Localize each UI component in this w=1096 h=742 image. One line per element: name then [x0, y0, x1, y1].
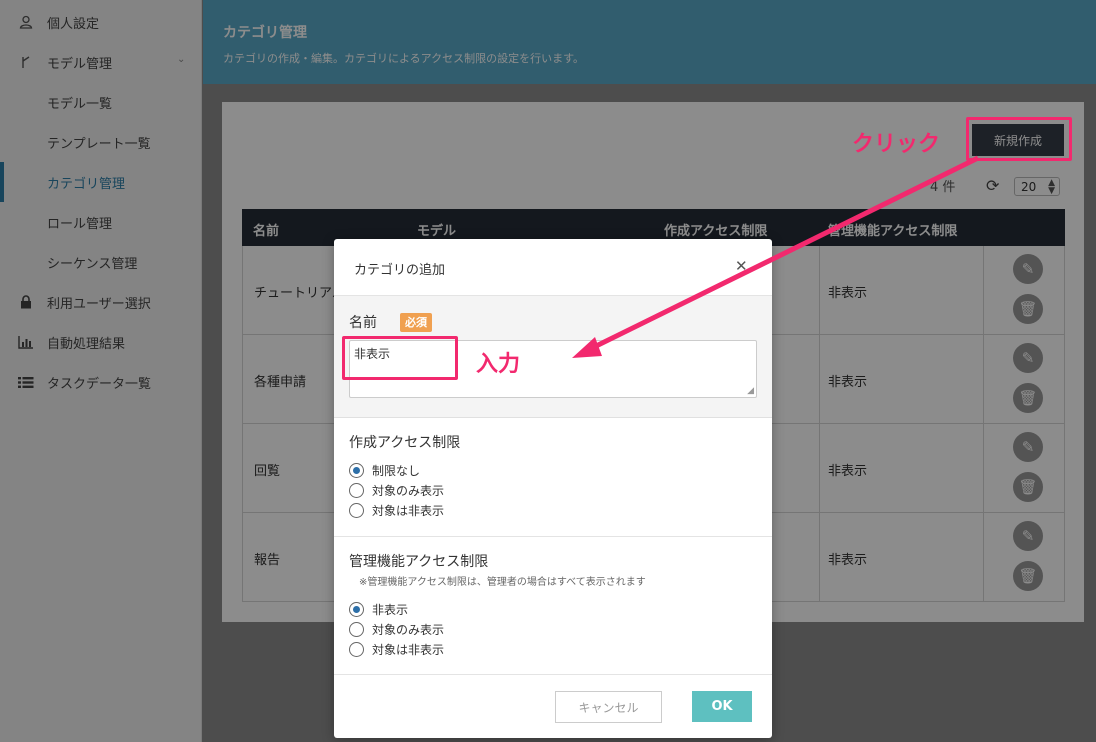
radio-label: 対象は非表示 [372, 503, 445, 518]
radio-label: 対象のみ表示 [372, 483, 445, 498]
radio-icon[interactable] [349, 621, 364, 637]
create-option-show-target[interactable]: 対象のみ表示 [349, 481, 444, 499]
mgmt-option-hidden[interactable]: 非表示 [349, 600, 408, 618]
radio-label: 非表示 [372, 602, 409, 617]
create-option-hide-target[interactable]: 対象は非表示 [349, 501, 444, 519]
cancel-button[interactable]: キャンセル [555, 691, 662, 723]
radio-icon[interactable] [349, 482, 364, 498]
close-icon[interactable]: ✕ [735, 257, 748, 275]
highlight-box-new [966, 117, 1072, 161]
create-option-none[interactable]: 制限なし [349, 461, 420, 479]
add-category-modal: カテゴリの追加 ✕ 名前 必須 非表示 ◢ 作成アクセス制限 制限なし 対象のみ… [334, 239, 772, 738]
mgmt-access-label: 管理機能アクセス制限 [349, 554, 489, 570]
ok-button[interactable]: OK [692, 691, 752, 722]
modal-footer: キャンセル OK [334, 675, 772, 738]
mgmt-option-hide-target[interactable]: 対象は非表示 [349, 640, 444, 658]
highlight-box-input [342, 336, 458, 380]
modal-title: カテゴリの追加 [354, 263, 446, 278]
resize-grip-icon[interactable]: ◢ [747, 386, 754, 396]
create-access-section: 作成アクセス制限 制限なし 対象のみ表示 対象は非表示 [334, 418, 772, 537]
radio-icon[interactable] [349, 641, 364, 657]
mgmt-access-note: ※管理機能アクセス制限は、管理者の場合はすべて表示されます [359, 577, 646, 588]
radio-label: 対象は非表示 [372, 642, 445, 657]
name-label: 名前 [349, 315, 377, 331]
mgmt-access-section: 管理機能アクセス制限 ※管理機能アクセス制限は、管理者の場合はすべて表示されます… [334, 537, 772, 675]
radio-label: 対象のみ表示 [372, 622, 445, 637]
create-access-label: 作成アクセス制限 [349, 435, 461, 451]
required-badge: 必須 [400, 313, 432, 332]
modal-header: カテゴリの追加 ✕ [334, 239, 772, 296]
radio-selected-icon[interactable] [349, 462, 364, 478]
radio-selected-icon[interactable] [349, 601, 364, 617]
mgmt-option-show-target[interactable]: 対象のみ表示 [349, 620, 444, 638]
input-annotation: 入力 [476, 352, 521, 377]
click-annotation: クリック [852, 132, 941, 157]
radio-label: 制限なし [372, 463, 421, 478]
radio-icon[interactable] [349, 502, 364, 518]
